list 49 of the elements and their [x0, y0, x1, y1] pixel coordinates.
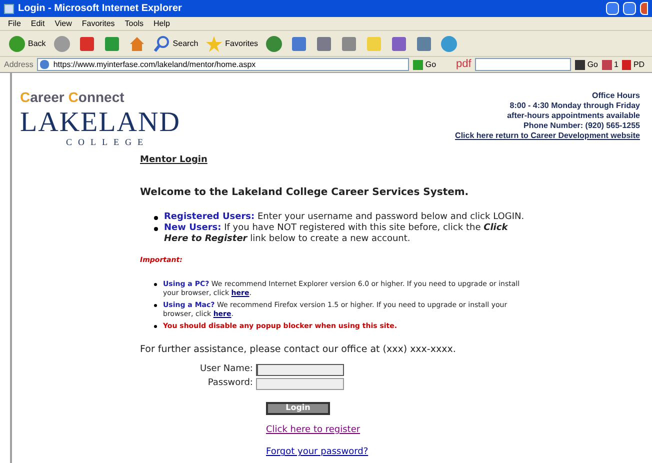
menu-item[interactable]: View	[54, 18, 72, 30]
input-field[interactable]	[256, 378, 344, 390]
go-button[interactable]: Go	[575, 58, 598, 70]
page-heading: Mentor Login	[140, 154, 208, 166]
bullet-icon	[154, 324, 157, 328]
menu-item[interactable]: File	[8, 18, 21, 30]
home-button[interactable]	[128, 34, 146, 52]
office-hours-text: Office Hours	[592, 91, 640, 101]
menu-item[interactable]: Help	[153, 18, 170, 30]
college-logo-name: LAKELAND	[20, 110, 180, 136]
maximize-button[interactable]	[623, 2, 636, 15]
favorites-button[interactable]: Favorites	[205, 34, 258, 52]
bullet-icon	[154, 282, 157, 286]
menu-item[interactable]: Tools	[124, 18, 144, 30]
address-field[interactable]: https://www.myinterfase.com/lakeland/mentor/home.aspx	[37, 58, 410, 71]
assistance-text: For further assistance, please contact our office at (xxx) xxx-xxxx.	[140, 342, 457, 356]
search-button[interactable]: Search	[152, 34, 198, 52]
welcome-text: Welcome to the Lakeland College Career Services System.	[140, 186, 470, 200]
career-website-link[interactable]: Click here return to Career Development website	[455, 131, 640, 141]
field-label: Password:	[206, 377, 253, 390]
pdf-search-field[interactable]	[475, 58, 572, 71]
close-button[interactable]	[640, 2, 648, 15]
page-link[interactable]: Forgot your password?	[266, 446, 652, 460]
field-label: User Name:	[200, 362, 253, 376]
menu-item[interactable]: Edit	[30, 18, 45, 30]
pages-button[interactable]: 1	[602, 58, 618, 70]
college-logo-subtitle: COLLEGE	[66, 136, 150, 149]
bullet-icon	[154, 216, 158, 220]
instruction-text: Registered Users: Enter your username and password below and click LOGIN.	[164, 212, 524, 223]
favorites-icon	[205, 34, 224, 52]
go-button[interactable]: Go	[413, 58, 436, 70]
bullet-icon	[154, 227, 158, 231]
office-hours-text: 8:00 - 4:30 Monday through Friday	[510, 101, 640, 111]
home-icon	[128, 34, 146, 52]
address-label: Address	[4, 58, 34, 70]
pdf-button[interactable]: PD	[622, 58, 645, 70]
office-hours-text: after-hours appointments available	[507, 111, 640, 121]
office-hours-text: Phone Number: (920) 565-1255	[524, 121, 640, 131]
minimize-button[interactable]	[606, 2, 619, 15]
back-button[interactable]: Back	[8, 34, 46, 52]
instruction-text: New Users: If you have NOT registered with this site before, click the Click Here to Register link below to create a new account.	[164, 223, 509, 245]
page-link[interactable]: Click here to register	[266, 424, 652, 438]
menu-item[interactable]: Favorites	[82, 18, 115, 30]
bullet-icon	[154, 304, 157, 306]
window-title: Login - Microsoft Internet Explorer	[18, 2, 182, 16]
career-connect-logo: Career Connect	[20, 88, 126, 107]
pdf-button[interactable]: pdf	[456, 56, 472, 73]
search-icon	[152, 34, 171, 52]
input-field[interactable]	[256, 364, 344, 376]
